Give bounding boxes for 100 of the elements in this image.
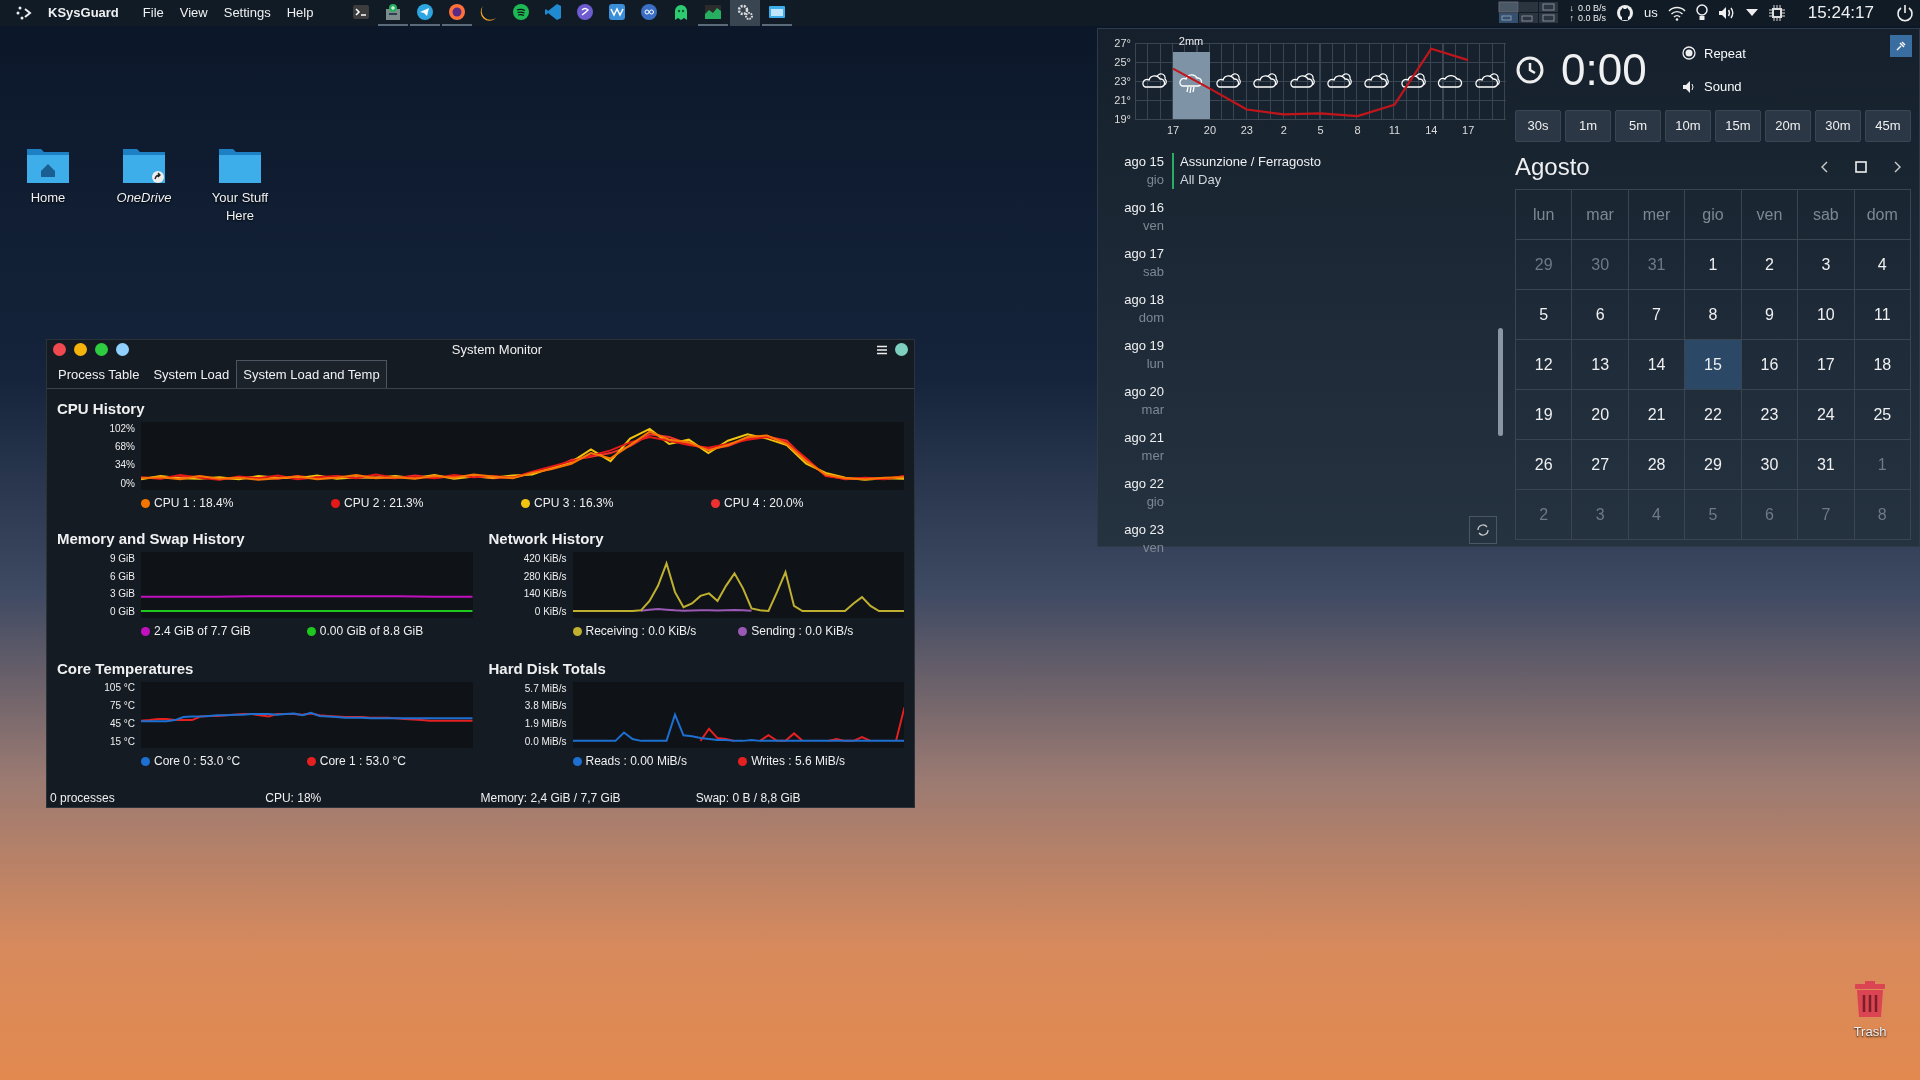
axis-tick-label: 23 — [1240, 124, 1253, 136]
window-icon — [768, 3, 787, 21]
upload-arrow: ↑ — [1569, 13, 1575, 23]
speaker-icon — [1682, 79, 1696, 94]
stopwatch-icon — [1515, 55, 1545, 85]
legend-label: Sending : 0.0 KiB/s — [751, 623, 854, 640]
timer-preset-button[interactable]: 15m — [1715, 110, 1761, 142]
timer-option[interactable]: Sound — [1682, 77, 1746, 97]
menu-icon[interactable] — [877, 344, 887, 355]
menu-item[interactable]: Settings — [215, 3, 279, 23]
menu-item[interactable]: Help — [278, 3, 322, 23]
trash-icon[interactable] — [1853, 980, 1887, 1018]
calendar-day[interactable]: 13 — [1572, 340, 1629, 390]
calendar-day[interactable]: 10 — [1798, 290, 1855, 340]
calendar-day[interactable]: 19 — [1516, 390, 1573, 440]
calendar-day[interactable]: 3 — [1798, 240, 1855, 290]
calendar-day[interactable]: 29 — [1685, 440, 1742, 490]
today-button[interactable] — [1855, 160, 1867, 175]
calendar-day[interactable]: 1 — [1685, 240, 1742, 290]
settings-icon — [736, 3, 755, 21]
icon-label: Trash — [1853, 1023, 1887, 1041]
minimize-button[interactable] — [74, 343, 87, 357]
timer-preset-button[interactable]: 30s — [1515, 110, 1561, 142]
axis-tick-label: 5.7 MiB/s — [524, 682, 567, 694]
axis-tick-label: 102% — [109, 422, 135, 434]
calendar-day[interactable]: 4 — [1854, 240, 1911, 290]
download-speed: 0.0 B/s — [1578, 3, 1607, 13]
axis-tick-label: 20 — [1203, 124, 1217, 136]
volume-icon[interactable] — [1717, 5, 1736, 21]
caret-down-icon[interactable] — [1745, 9, 1758, 17]
menu-item[interactable]: View — [171, 3, 216, 23]
calendar-day[interactable]: 17 — [1798, 340, 1855, 390]
launcher-icon — [16, 5, 32, 21]
calendar-day[interactable]: 15 — [1685, 340, 1742, 390]
timer-preset-button[interactable]: 45m — [1865, 110, 1911, 142]
timer-preset-button[interactable]: 30m — [1815, 110, 1861, 142]
calendar-day[interactable]: 16 — [1741, 340, 1799, 390]
timer-preset-button[interactable]: 1m — [1565, 110, 1611, 142]
timer-preset-button[interactable]: 20m — [1765, 110, 1811, 142]
launcher-button[interactable] — [16, 5, 32, 21]
calendar-day[interactable]: 25 — [1854, 390, 1911, 440]
maximize-button[interactable] — [95, 343, 108, 357]
wifi-icon[interactable] — [1667, 5, 1686, 21]
task-button[interactable] — [730, 0, 761, 26]
status-text: Memory: 2,4 GiB / 7,7 GiB — [480, 790, 622, 807]
calendar-day[interactable]: 26 — [1516, 440, 1573, 490]
octocat-icon[interactable] — [1616, 4, 1635, 22]
timer-preset-button[interactable]: 10m — [1665, 110, 1711, 142]
tab[interactable]: Process Table — [51, 359, 147, 388]
axis-tick-label: 0 GiB — [110, 605, 135, 617]
graph-title: Network History — [488, 529, 605, 549]
calendar-day[interactable]: 5 — [1516, 290, 1573, 340]
menu-item[interactable]: File — [134, 3, 172, 23]
calendar-day[interactable]: 22 — [1685, 390, 1742, 440]
calendar-day[interactable]: 18 — [1854, 340, 1911, 390]
lightbulb-icon[interactable] — [1695, 4, 1708, 22]
cloud-icon — [1401, 73, 1426, 88]
tab[interactable]: System Load — [146, 359, 237, 388]
calendar-day[interactable]: 7 — [1628, 290, 1686, 340]
calendar-day[interactable]: 21 — [1628, 390, 1686, 440]
timer-option[interactable]: Repeat — [1682, 43, 1746, 63]
calendar-day[interactable]: 30 — [1741, 440, 1799, 490]
agenda-weekday: sab — [1142, 263, 1164, 281]
timer-preset-button[interactable]: 5m — [1615, 110, 1661, 142]
calendar-day[interactable]: 11 — [1854, 290, 1911, 340]
calendar-day[interactable]: 6 — [1572, 290, 1629, 340]
cloud-icon — [1437, 74, 1463, 88]
keep-above-button[interactable] — [116, 343, 129, 357]
window-menu-button[interactable] — [895, 343, 908, 357]
calendar-day[interactable]: 2 — [1741, 240, 1799, 290]
agenda-date: ago 15 — [1123, 153, 1164, 171]
tab[interactable]: System Load and Temp — [236, 359, 387, 388]
calendar-day[interactable]: 20 — [1572, 390, 1629, 440]
close-button[interactable] — [53, 343, 66, 357]
calendar-day[interactable]: 9 — [1741, 290, 1799, 340]
shortcut-label: OneDrive — [115, 189, 173, 207]
pin-button[interactable] — [1890, 35, 1912, 57]
axis-tick-label: 45 °C — [109, 717, 135, 729]
clock-time[interactable]: 15:24:17 — [1807, 0, 1874, 26]
calendar-day[interactable]: 24 — [1798, 390, 1855, 440]
calendar-day[interactable]: 27 — [1572, 440, 1629, 490]
timer-display: 0:00 — [1561, 44, 1648, 96]
calendar-day[interactable]: 12 — [1516, 340, 1573, 390]
weekday-header: ven — [1756, 204, 1783, 225]
refresh-button[interactable] — [1469, 516, 1497, 544]
pin-icon — [1896, 41, 1906, 51]
axis-tick-label: 2 — [1280, 124, 1287, 136]
keyboard-layout[interactable]: us — [1644, 3, 1658, 23]
power-icon[interactable] — [1896, 4, 1914, 22]
scrollbar-thumb[interactable] — [1498, 328, 1503, 436]
legend-label: Reads : 0.00 MiB/s — [585, 753, 687, 770]
axis-tick-label: 6 GiB — [110, 570, 135, 582]
virtual-desktop-pager[interactable] — [1497, 1, 1560, 25]
event-entry[interactable]: Assunzione / Ferragosto All Day — [1172, 153, 1321, 189]
axis-tick-label: 15 °C — [109, 735, 135, 747]
calendar-day[interactable]: 28 — [1628, 440, 1686, 490]
calendar-day[interactable]: 23 — [1741, 390, 1799, 440]
axis-tick-label: 34% — [115, 458, 135, 470]
chip-icon[interactable] — [1767, 4, 1786, 22]
calendar-day[interactable]: 31 — [1798, 440, 1855, 490]
